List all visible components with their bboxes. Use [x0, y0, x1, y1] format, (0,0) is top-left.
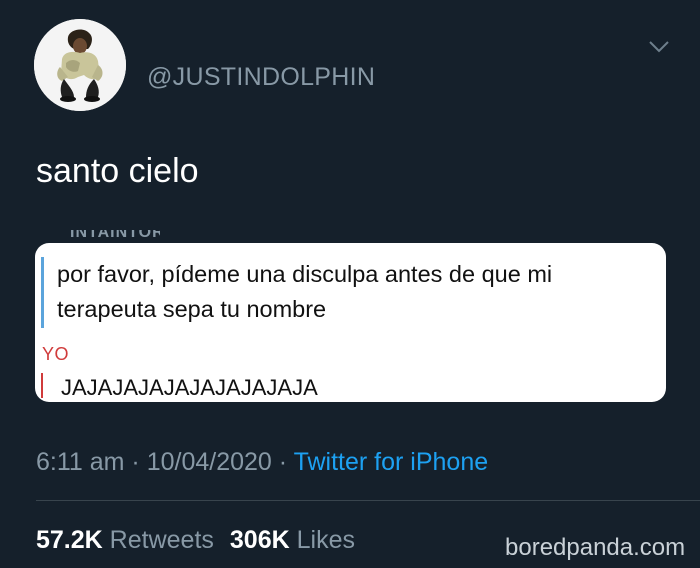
- quote-bar: [41, 257, 44, 328]
- likes-stat[interactable]: 306K Likes: [230, 526, 355, 554]
- retweets-label: Retweets: [109, 526, 214, 554]
- reply-bar: [41, 373, 43, 398]
- reply-author: YO: [42, 344, 70, 364]
- tweet-date: 10/04/2020: [146, 448, 272, 476]
- meta-separator: ·: [271, 448, 294, 476]
- embedded-chat-screenshot: por favor, pídeme una disculpa antes de …: [35, 243, 666, 402]
- person-crouching-avatar-icon: [34, 19, 126, 111]
- reply-message: JAJAJAJAJAJAJAJAJAJA: [61, 375, 318, 400]
- retweets-count: 57.2K: [36, 526, 103, 554]
- avatar[interactable]: [34, 19, 126, 111]
- divider: [36, 500, 700, 501]
- likes-count: 306K: [229, 526, 290, 554]
- retweets-stat[interactable]: 57.2K Retweets: [36, 526, 214, 554]
- watermark: boredpanda.com: [505, 534, 686, 561]
- tweet-time: 6:11 am: [36, 448, 125, 476]
- likes-label: Likes: [296, 526, 355, 554]
- tweet-source-link[interactable]: Twitter for iPhone: [294, 448, 489, 476]
- chevron-down-icon[interactable]: [648, 40, 670, 54]
- quoted-message: por favor, pídeme una disculpa antes de …: [57, 261, 553, 322]
- cut-off-contact-name: INTAINTOR: [70, 230, 160, 241]
- tweet-stats: 57.2K Retweets 306K Likes: [36, 526, 355, 555]
- tweet-meta: 6:11 am · 10/04/2020 · Twitter for iPhon…: [36, 448, 488, 477]
- meta-separator: ·: [124, 448, 147, 476]
- tweet-text: santo cielo: [36, 152, 199, 190]
- user-handle[interactable]: @JUSTINDOLPHIN: [147, 63, 375, 92]
